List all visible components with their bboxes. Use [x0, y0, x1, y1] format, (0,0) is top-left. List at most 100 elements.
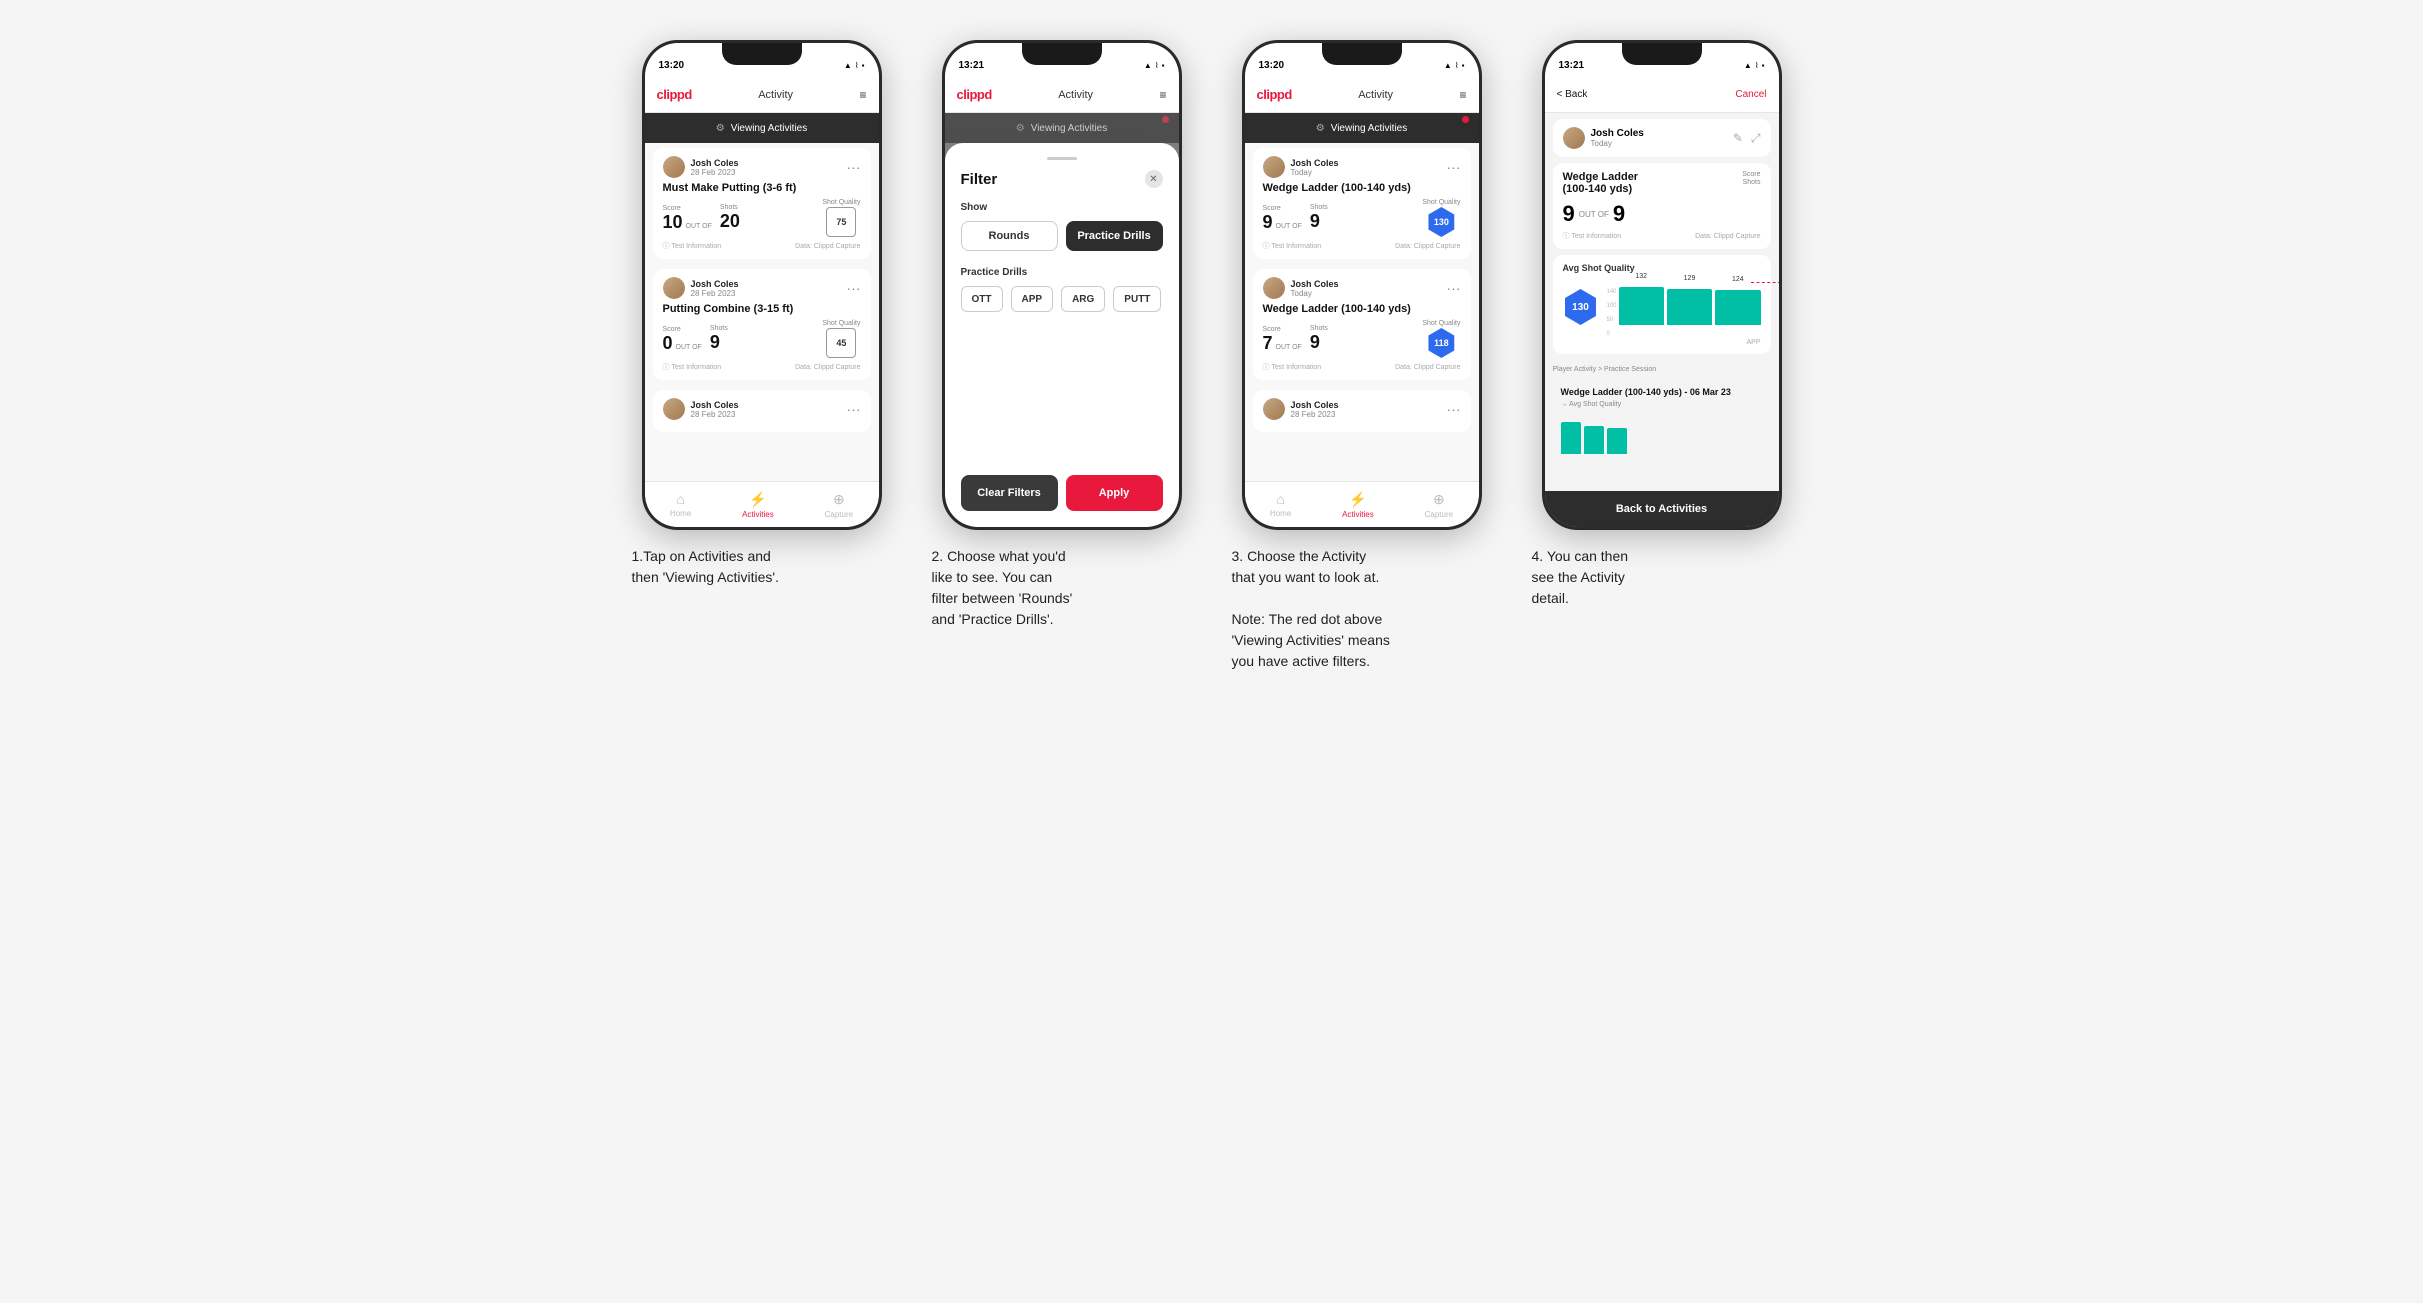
status-icons-3: ▲ ⌇ ▪ — [1444, 61, 1465, 70]
status-time: 13:20 — [659, 60, 685, 71]
detail-footer-left: ⓘ Test Information — [1563, 231, 1622, 241]
battery-icon-2: ▪ — [1162, 61, 1165, 70]
sq-badge-p3-2: 118 — [1426, 328, 1456, 358]
status-time-4: 13:21 — [1559, 60, 1585, 71]
shots-col-label: Shots — [1743, 179, 1761, 186]
wifi-icon-2: ⌇ — [1155, 61, 1159, 70]
menu-icon-3[interactable]: ≡ — [1459, 88, 1466, 102]
wifi-icon-3: ⌇ — [1455, 61, 1459, 70]
phone-1: 13:20 ▲ ⌇ ▪ clippd Activity ≡ ⚙ Viewing … — [642, 40, 882, 530]
chart-x-label: APP — [1563, 339, 1761, 346]
score-p3-2: 7 — [1263, 334, 1273, 352]
nav-activities-1[interactable]: ⚡ Activities — [742, 491, 774, 519]
phone-3: 13:20 ▲ ⌇ ▪ clippd Activity ≡ ⚙ Viewing … — [1242, 40, 1482, 530]
user-date-2: 28 Feb 2023 — [691, 289, 739, 298]
bar-1: 132 — [1619, 287, 1664, 325]
filter-overlay: ⚙ Viewing Activities Josh Coles — [945, 113, 1179, 527]
nav-home-1[interactable]: ⌂ Home — [670, 491, 691, 518]
avatar-2 — [663, 277, 685, 299]
card-menu-3[interactable]: ··· — [847, 402, 861, 416]
step-1: 13:20 ▲ ⌇ ▪ clippd Activity ≡ ⚙ Viewing … — [632, 40, 892, 588]
user-name-p3-3: Josh Coles — [1291, 400, 1339, 410]
step-4: 13:21 ▲ ⌇ ▪ < Back Cancel — [1532, 40, 1792, 609]
shots-label-2: Shots — [710, 325, 728, 332]
cancel-btn[interactable]: Cancel — [1735, 89, 1766, 100]
drill-putt[interactable]: PUTT — [1113, 286, 1161, 312]
back-to-activities-btn[interactable]: Back to Activities — [1616, 503, 1707, 515]
viewing-bar-label: Viewing Activities — [731, 123, 808, 134]
chart-hex-badge: 130 — [1563, 289, 1599, 325]
activity-card-2[interactable]: Josh Coles 28 Feb 2023 ··· Putting Combi… — [653, 269, 871, 380]
score-val-2: 0 — [663, 334, 673, 352]
filter-toggle-row: Rounds Practice Drills — [961, 221, 1163, 251]
avatar-3 — [663, 398, 685, 420]
back-btn[interactable]: < Back — [1557, 89, 1588, 100]
card-menu-1[interactable]: ··· — [847, 160, 861, 174]
rounds-toggle[interactable]: Rounds — [961, 221, 1058, 251]
drill-ott[interactable]: OTT — [961, 286, 1003, 312]
app-header-1: clippd Activity ≡ — [645, 77, 879, 113]
card-menu-2[interactable]: ··· — [847, 281, 861, 295]
shots-val-1: 20 — [720, 211, 740, 231]
score-val-1: 10 — [663, 213, 683, 231]
activity-card-3-partial[interactable]: Josh Coles 28 Feb 2023 ··· — [653, 390, 871, 432]
phone-scroll-1: Josh Coles 28 Feb 2023 ··· Must Make Put… — [645, 143, 879, 481]
activity-card-p3-2[interactable]: Josh Coles Today ··· Wedge Ladder (100-1… — [1253, 269, 1471, 380]
bottom-nav-3: ⌂ Home ⚡ Activities ⊕ Capture — [1245, 481, 1479, 527]
detail-act-title: Wedge Ladder(100-140 yds) — [1563, 171, 1743, 195]
card-title-p3-2: Wedge Ladder (100-140 yds) — [1263, 303, 1461, 315]
activity-card-p3-3-partial[interactable]: Josh Coles 28 Feb 2023 ··· — [1253, 390, 1471, 432]
card-menu-p3-1[interactable]: ··· — [1447, 160, 1461, 174]
activity-card-1[interactable]: Josh Coles 28 Feb 2023 ··· Must Make Put… — [653, 148, 871, 259]
detail-user-card: Josh Coles Today ✎ ⤢ — [1553, 119, 1771, 157]
clear-filters-btn[interactable]: Clear Filters — [961, 475, 1058, 511]
viewing-bar-3[interactable]: ⚙ Viewing Activities — [1245, 113, 1479, 143]
menu-icon[interactable]: ≡ — [859, 88, 866, 102]
user-date-1: 28 Feb 2023 — [691, 168, 739, 177]
footer-info-1: ⓘ Test Information — [663, 241, 722, 251]
detail-header: < Back Cancel — [1545, 77, 1779, 113]
detail-user-left: Josh Coles Today — [1563, 127, 1644, 149]
activity-card-p3-1[interactable]: Josh Coles Today ··· Wedge Ladder (100-1… — [1253, 148, 1471, 259]
filter-show-label: Show — [961, 202, 1163, 213]
card-menu-p3-3[interactable]: ··· — [1447, 402, 1461, 416]
bottom-cta[interactable]: Back to Activities — [1545, 491, 1779, 527]
menu-icon-2[interactable]: ≡ — [1159, 88, 1166, 102]
footer-data-p3-2: Data: Clippd Capture — [1395, 364, 1460, 371]
nav-activities-3[interactable]: ⚡ Activities — [1342, 491, 1374, 519]
signal-icon: ▲ — [844, 61, 852, 70]
sq-label-1: Shot Quality — [822, 199, 860, 206]
activities-icon-3: ⚡ — [1349, 491, 1366, 508]
out-of-label-1: OUT OF — [686, 223, 712, 230]
app-logo-3[interactable]: clippd — [1257, 87, 1292, 102]
shots-val-2: 9 — [710, 332, 720, 352]
red-dot-3 — [1462, 116, 1469, 123]
filter-close-btn[interactable]: ✕ — [1145, 170, 1163, 188]
nav-activities-label-3: Activities — [1342, 510, 1374, 519]
edit-icon[interactable]: ✎ — [1733, 131, 1743, 146]
expand-icon[interactable]: ⤢ — [1751, 131, 1761, 146]
card-title-1: Must Make Putting (3-6 ft) — [663, 182, 861, 194]
phone-4: 13:21 ▲ ⌇ ▪ < Back Cancel — [1542, 40, 1782, 530]
footer-p3-1: ⓘ Test Information — [1263, 241, 1322, 251]
drill-app[interactable]: APP — [1011, 286, 1054, 312]
card-menu-p3-2[interactable]: ··· — [1447, 281, 1461, 295]
nav-home-label-1: Home — [670, 509, 691, 518]
viewing-bar-label-2: Viewing Activities — [1031, 123, 1108, 134]
apply-btn[interactable]: Apply — [1066, 475, 1163, 511]
viewing-bar-1[interactable]: ⚙ Viewing Activities — [645, 113, 879, 143]
user-name-p3-2: Josh Coles — [1291, 279, 1339, 289]
app-logo-2[interactable]: clippd — [957, 87, 992, 102]
app-logo[interactable]: clippd — [657, 87, 692, 102]
session-title: Wedge Ladder (100-140 yds) - 06 Mar 23 — [1561, 387, 1763, 397]
nav-capture-3[interactable]: ⊕ Capture — [1425, 491, 1453, 519]
phone-notch-3 — [1322, 43, 1402, 65]
nav-home-3[interactable]: ⌂ Home — [1270, 491, 1291, 518]
nav-capture-1[interactable]: ⊕ Capture — [825, 491, 853, 519]
footer-data-2: Data: Clippd Capture — [795, 364, 860, 371]
bar-chart: 132 129 124 — [1619, 277, 1761, 337]
practice-drills-toggle[interactable]: Practice Drills — [1066, 221, 1163, 251]
sq-label-2: Shot Quality — [822, 320, 860, 327]
session-detail-card[interactable]: Wedge Ladder (100-140 yds) - 06 Mar 23 →… — [1553, 381, 1771, 460]
drill-arg[interactable]: ARG — [1061, 286, 1105, 312]
